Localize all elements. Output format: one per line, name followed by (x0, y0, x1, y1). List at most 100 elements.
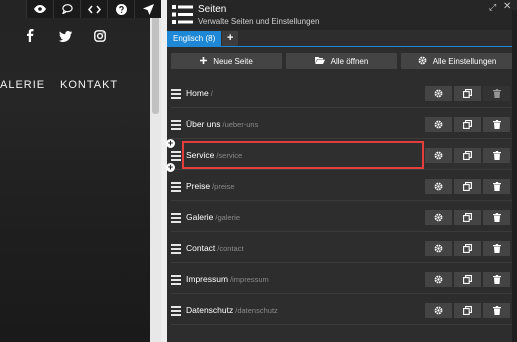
list-menu-icon (172, 4, 193, 30)
delete-page-button[interactable] (483, 117, 510, 132)
duplicate-page-button[interactable] (454, 86, 481, 101)
delete-page-button[interactable] (483, 210, 510, 225)
eye-icon[interactable] (26, 0, 53, 18)
plus-icon (200, 56, 208, 66)
selected-page-highlight (182, 141, 424, 169)
gear-icon (434, 178, 443, 196)
insert-above-icon[interactable]: + (166, 139, 175, 148)
page-settings-button[interactable] (425, 148, 452, 163)
duplicate-page-button[interactable] (454, 272, 481, 287)
page-row-actions (425, 86, 510, 101)
trash-icon (492, 302, 501, 320)
page-settings-button[interactable] (425, 117, 452, 132)
page-name[interactable]: Über uns/ueber-uns (186, 119, 258, 129)
delete-page-button[interactable] (483, 272, 510, 287)
twitter-icon[interactable] (59, 29, 72, 47)
page-settings-button[interactable] (425, 179, 452, 194)
all-settings-button[interactable]: Alle Einstellungen (401, 53, 513, 69)
duplicate-page-button[interactable] (454, 148, 481, 163)
drag-handle-icon[interactable] (171, 89, 181, 101)
page-title: Home (186, 88, 209, 98)
drag-handle-icon[interactable] (171, 213, 181, 225)
page-name[interactable]: Impressum/impressum (186, 274, 269, 284)
expand-icon[interactable]: ⤢ (489, 2, 496, 13)
preview-scrollbar-thumb[interactable] (152, 14, 159, 114)
page-title: Impressum (186, 274, 229, 284)
insert-below-icon[interactable]: + (166, 163, 175, 172)
delete-page-button[interactable] (483, 148, 510, 163)
page-row[interactable]: Home / (171, 79, 513, 108)
trash-icon (492, 209, 501, 227)
new-page-button[interactable]: Neue Seite (171, 53, 282, 69)
trash-icon (492, 147, 501, 165)
nav-item-kontakt[interactable]: KONTAKT (60, 79, 118, 91)
panel-scrollbar[interactable] (512, 10, 517, 342)
page-row-actions (425, 117, 510, 132)
page-slug: / (210, 89, 213, 98)
panel-header: Seiten Verwalte Seiten und Einstellungen… (167, 0, 517, 30)
page-row[interactable]: Contact/contact (171, 234, 513, 263)
gear-icon (434, 302, 443, 320)
drag-handle-icon[interactable] (171, 275, 181, 287)
page-settings-button[interactable] (425, 241, 452, 256)
instagram-icon[interactable] (94, 29, 106, 47)
all-settings-label: Alle Einstellungen (432, 56, 497, 66)
page-name[interactable]: Home / (186, 88, 213, 98)
facebook-icon[interactable] (26, 29, 34, 47)
page-row-actions (425, 148, 510, 163)
copy-icon (463, 240, 472, 258)
page-name[interactable]: Galerie/galerie (186, 212, 240, 222)
tab-underline (167, 46, 517, 47)
comment-icon[interactable] (53, 0, 80, 18)
code-icon[interactable] (80, 0, 107, 18)
delete-page-button[interactable] (483, 241, 510, 256)
page-slug: /galerie (215, 213, 241, 222)
page-row[interactable]: Galerie/galerie (171, 203, 513, 232)
tab-englisch[interactable]: Englisch (8) (167, 31, 222, 46)
page-settings-button[interactable] (425, 303, 452, 318)
delete-page-button[interactable] (483, 179, 510, 194)
copy-icon (463, 271, 472, 289)
drag-handle-icon[interactable] (171, 306, 181, 318)
add-tab-button[interactable]: + (222, 31, 239, 46)
page-row[interactable]: Impressum/impressum (171, 265, 513, 294)
open-all-label: Alle öffnen (330, 56, 369, 66)
pin-icon[interactable] (134, 0, 161, 18)
page-row[interactable]: Über uns/ueber-uns (171, 110, 513, 139)
preview-nav: ALERIE KONTAKT (0, 79, 150, 93)
page-name[interactable]: Preise/preise (186, 181, 235, 191)
page-slug: /ueber-uns (222, 120, 259, 129)
duplicate-page-button[interactable] (454, 241, 481, 256)
page-row-actions (425, 272, 510, 287)
preview-scrollbar[interactable] (150, 0, 161, 342)
duplicate-page-button[interactable] (454, 179, 481, 194)
page-settings-button[interactable] (425, 210, 452, 225)
page-name[interactable]: Datenschutz/datenschutz (186, 305, 278, 315)
page-row[interactable]: Preise/preise (171, 172, 513, 201)
duplicate-page-button[interactable] (454, 303, 481, 318)
page-row-actions (425, 210, 510, 225)
panel-subtitle: Verwalte Seiten und Einstellungen (198, 17, 320, 26)
language-tabs: Englisch (8) + (167, 31, 239, 46)
delete-page-button[interactable] (483, 303, 510, 318)
page-name[interactable]: Contact/contact (186, 243, 244, 253)
social-icons (0, 29, 150, 47)
open-all-button[interactable]: Alle öffnen (286, 53, 397, 69)
gear-icon (434, 147, 443, 165)
gear-icon (434, 85, 443, 103)
drag-handle-icon[interactable] (171, 244, 181, 256)
close-icon[interactable]: ✕ (503, 1, 511, 12)
drag-handle-icon[interactable] (171, 120, 181, 132)
page-row-actions (425, 241, 510, 256)
copy-icon (463, 209, 472, 227)
drag-handle-icon[interactable] (171, 182, 181, 194)
nav-item-galerie[interactable]: ALERIE (0, 79, 45, 91)
page-row[interactable]: Datenschutz/datenschutz (171, 296, 513, 325)
copy-icon (463, 116, 472, 134)
page-slug: /contact (217, 244, 244, 253)
page-settings-button[interactable] (425, 86, 452, 101)
page-settings-button[interactable] (425, 272, 452, 287)
duplicate-page-button[interactable] (454, 117, 481, 132)
duplicate-page-button[interactable] (454, 210, 481, 225)
help-icon[interactable] (107, 0, 134, 18)
